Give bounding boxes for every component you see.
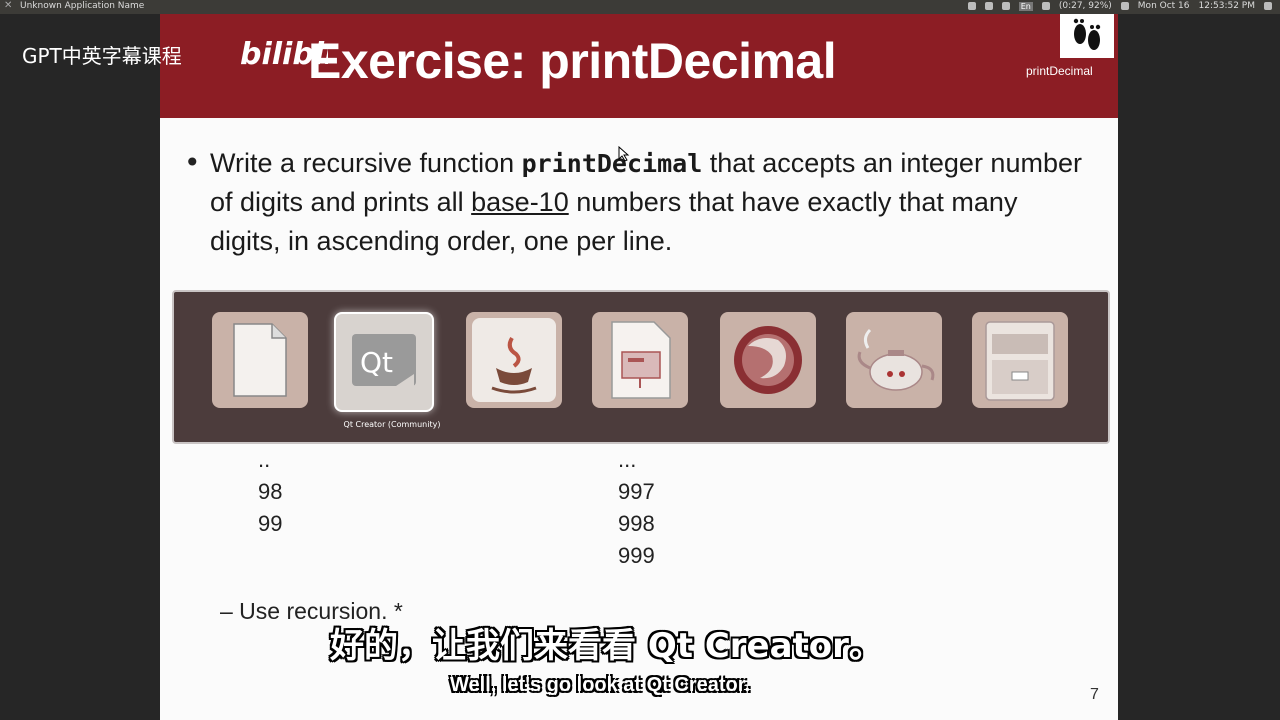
footprint-icon — [1073, 18, 1101, 50]
dropbox-icon[interactable] — [967, 2, 976, 10]
java-icon — [472, 318, 556, 402]
active-app-name: Unknown Application Name — [20, 1, 145, 11]
system-tray: En (0:27, 92%) Mon Oct 16 12:53:52 PM — [967, 1, 1272, 11]
output-line: ... — [618, 447, 637, 472]
close-icon[interactable]: ✕ — [4, 0, 12, 11]
output-line: 997 — [618, 479, 655, 504]
top-system-panel: ✕ Unknown Application Name En (0:27, 92%… — [0, 0, 1280, 14]
qt-icon: Qt — [352, 334, 416, 386]
app-firefox[interactable] — [720, 312, 816, 408]
app-libreoffice[interactable] — [212, 312, 308, 408]
right-dark-margin — [1118, 14, 1280, 720]
file-cabinet-icon — [985, 321, 1055, 401]
app-qt-creator[interactable]: Qt — [334, 312, 434, 412]
libreoffice-icon — [233, 323, 287, 397]
app-teapot[interactable] — [846, 312, 942, 408]
svg-text:Qt: Qt — [360, 346, 393, 379]
app-switcher: Qt Qt Creator (Community) — [172, 290, 1110, 444]
english-subtitle: Well, let's go look at Qt Creator. — [450, 674, 750, 696]
indicator-icon[interactable] — [984, 2, 993, 10]
page-number: 7 — [1090, 686, 1099, 703]
bilibili-logo: bilibili — [240, 37, 328, 72]
app-files[interactable] — [972, 312, 1068, 408]
app-java[interactable] — [466, 312, 562, 408]
mouse-cursor-icon — [618, 146, 630, 162]
date-display[interactable]: Mon Oct 16 — [1138, 1, 1190, 11]
battery-status[interactable]: (0:27, 92%) — [1059, 1, 1112, 11]
output-line: 99 — [258, 511, 283, 536]
example-output-left: .. 98 99 — [258, 444, 282, 540]
slide-title: Exercise: printDecimal — [308, 33, 837, 89]
underlined-term: base-10 — [471, 187, 569, 217]
course-watermark: GPT中英字幕课程 — [22, 44, 182, 68]
footprint-logo — [1060, 14, 1114, 58]
network-icon[interactable] — [1001, 2, 1010, 10]
teapot-icon — [857, 328, 935, 391]
output-line: .. — [258, 447, 271, 472]
output-line: 998 — [618, 511, 655, 536]
bluetooth-icon[interactable] — [1041, 2, 1050, 10]
chinese-subtitle: 好的，让我们来看看 Qt Creator。 — [330, 626, 883, 666]
function-name-code: printDecimal — [521, 149, 703, 178]
exercise-description: Write a recursive function printDecimal … — [210, 144, 1090, 261]
logo-caption: printDecimal — [1026, 64, 1093, 78]
impress-icon — [611, 321, 671, 399]
output-line: 98 — [258, 479, 283, 504]
app-impress[interactable] — [592, 312, 688, 408]
example-output-right: ... 997 998 999 — [618, 444, 655, 572]
selected-app-label: Qt Creator (Community) — [343, 420, 441, 429]
bilibili-logo-text: bilibili — [240, 37, 328, 72]
power-icon[interactable] — [1264, 2, 1272, 10]
description-text-start: Write a recursive function — [210, 148, 522, 178]
time-display[interactable]: 12:53:52 PM — [1199, 1, 1255, 11]
left-dark-margin — [0, 14, 160, 720]
volume-icon[interactable] — [1120, 2, 1129, 10]
firefox-icon — [734, 326, 802, 394]
output-line: 999 — [618, 543, 655, 568]
bullet-dot: • — [184, 146, 201, 179]
keyboard-layout[interactable]: En — [1018, 1, 1033, 11]
